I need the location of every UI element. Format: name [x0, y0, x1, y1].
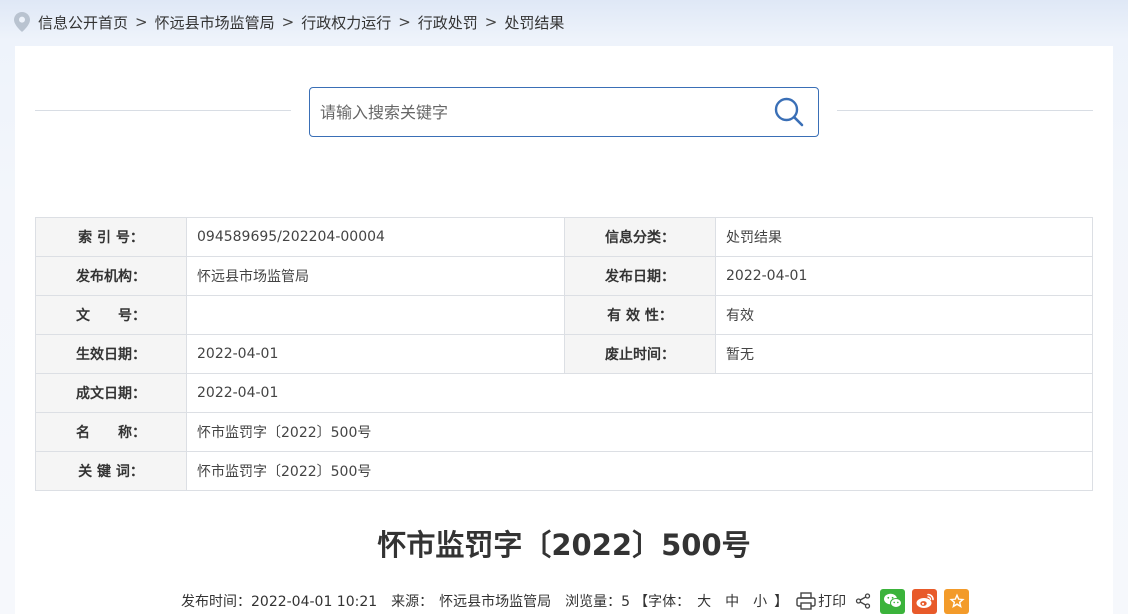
- publish-date-label: 发布日期：: [564, 256, 716, 296]
- font-size-large[interactable]: 大: [697, 591, 711, 611]
- written-date-value: 2022-04-01: [186, 373, 1093, 413]
- article-title: 怀市监罚字〔2022〕500号: [377, 528, 751, 562]
- weibo-icon: [916, 593, 934, 608]
- publisher-label: 发布机构：: [35, 256, 187, 296]
- share-button[interactable]: [855, 593, 871, 609]
- keywords-label: 关 键 词：: [35, 451, 187, 491]
- search-icon: [774, 97, 804, 127]
- star-icon: [948, 593, 965, 608]
- breadcrumb-admin-penalty[interactable]: 行政处罚: [418, 12, 478, 33]
- category-value: 处罚结果: [715, 217, 1093, 257]
- printer-icon: [796, 592, 816, 610]
- divider-left: [35, 110, 291, 111]
- name-label: 名 称：: [35, 412, 187, 452]
- doc-no-label: 文 号：: [35, 295, 187, 335]
- abolish-time-label: 废止时间：: [564, 334, 716, 374]
- doc-no-value: [186, 295, 565, 335]
- abolish-time-value: 暂无: [715, 334, 1093, 374]
- location-pin-icon: [14, 12, 30, 32]
- table-row: 关 键 词： 怀市监罚字〔2022〕500号: [35, 451, 1093, 491]
- search-button[interactable]: [764, 88, 814, 136]
- category-label: 信息分类：: [564, 217, 716, 257]
- breadcrumb-separator: >: [135, 13, 148, 31]
- breadcrumb-separator: >: [484, 13, 498, 31]
- breadcrumb-penalty-result[interactable]: 处罚结果: [504, 12, 564, 33]
- font-size-open: 【字体：: [634, 594, 691, 610]
- breadcrumb-home[interactable]: 信息公开首页: [38, 12, 128, 33]
- article-info-bar: 发布时间：2022-04-01 10:21 来源： 怀远县市场监管局 浏览量：5…: [181, 586, 970, 614]
- publisher-value: 怀远县市场监管局: [186, 256, 565, 296]
- favorite-button[interactable]: [944, 588, 970, 614]
- publish-date-value: 2022-04-01: [715, 256, 1093, 296]
- metadata-table: 索 引 号： 094589695/202204-00004 信息分类： 处罚结果…: [35, 217, 1093, 491]
- share-icon: [855, 593, 871, 609]
- validity-label: 有 效 性：: [564, 295, 716, 335]
- wechat-share-button[interactable]: [880, 588, 906, 614]
- breadcrumb-admin-power[interactable]: 行政权力运行: [301, 12, 391, 33]
- font-size-medium[interactable]: 中: [725, 591, 739, 611]
- print-button[interactable]: 打印: [796, 591, 846, 611]
- table-row: 索 引 号： 094589695/202204-00004 信息分类： 处罚结果: [35, 217, 1093, 257]
- name-value: 怀市监罚字〔2022〕500号: [186, 412, 1093, 452]
- table-row: 文 号： 有 效 性： 有效: [35, 295, 1093, 335]
- effective-date-value: 2022-04-01: [186, 334, 565, 374]
- weibo-share-button[interactable]: [912, 588, 938, 614]
- divider-right: [837, 110, 1093, 111]
- index-label: 索 引 号：: [35, 217, 187, 257]
- table-row: 发布机构： 怀远县市场监管局 发布日期： 2022-04-01: [35, 256, 1093, 296]
- keywords-value: 怀市监罚字〔2022〕500号: [186, 451, 1093, 491]
- index-value: 094589695/202204-00004: [186, 217, 565, 257]
- table-row: 名 称： 怀市监罚字〔2022〕500号: [35, 412, 1093, 452]
- table-row: 成文日期： 2022-04-01: [35, 373, 1093, 413]
- search-input[interactable]: [310, 88, 764, 136]
- publish-time: 发布时间：2022-04-01 10:21: [181, 594, 378, 610]
- effective-date-label: 生效日期：: [35, 334, 187, 374]
- content-panel: 索 引 号： 094589695/202204-00004 信息分类： 处罚结果…: [15, 46, 1113, 614]
- table-row: 生效日期： 2022-04-01 废止时间： 暂无: [35, 334, 1093, 374]
- breadcrumb-bureau[interactable]: 怀远县市场监管局: [155, 12, 275, 33]
- validity-value: 有效: [715, 295, 1093, 335]
- breadcrumb-separator: >: [281, 13, 295, 31]
- search-box: [309, 87, 819, 137]
- font-size-small[interactable]: 小: [753, 591, 767, 611]
- print-label: 打印: [818, 594, 847, 610]
- breadcrumb-separator: >: [398, 13, 411, 31]
- source-label: 来源：: [391, 594, 434, 610]
- view-count: 浏览量：5: [565, 594, 631, 610]
- wechat-icon: [883, 593, 902, 608]
- written-date-label: 成文日期：: [35, 373, 187, 413]
- breadcrumb: 信息公开首页 > 怀远县市场监管局 > 行政权力运行 > 行政处罚 > 处罚结果: [14, 0, 564, 44]
- source-value: 怀远县市场监管局: [439, 594, 552, 610]
- font-size-close: 】: [774, 594, 789, 610]
